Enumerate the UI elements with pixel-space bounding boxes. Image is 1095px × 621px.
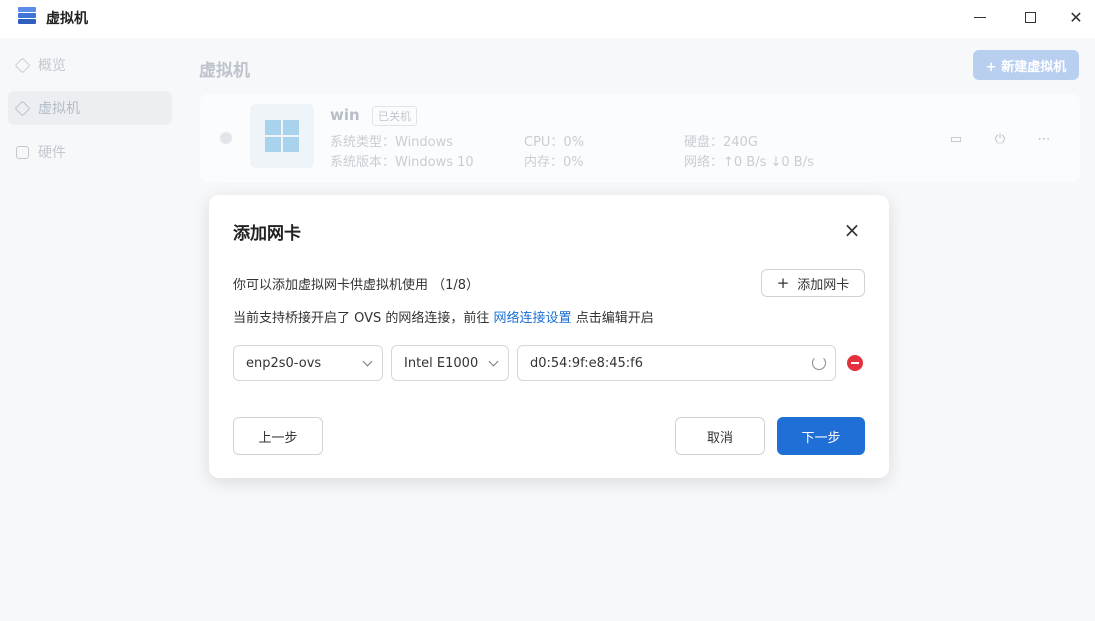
window-title: 虚拟机 (46, 11, 88, 27)
chevron-down-icon (488, 356, 499, 367)
vm-card[interactable]: win 已关机 系统类型：Windows 系统版本：Windows 10 CPU… (200, 94, 1080, 182)
cube-icon (14, 100, 31, 116)
interface-value: enp2s0-ovs (246, 355, 322, 371)
vm-network: 网络：↑0 B/s ↓0 B/s (684, 155, 814, 170)
monitor-icon[interactable]: ▭ (949, 132, 963, 147)
close-window-button[interactable]: ✕ (1053, 0, 1095, 34)
sidebar-item-label: 虚拟机 (38, 101, 80, 117)
page-title: 虚拟机 (199, 61, 250, 81)
network-settings-link[interactable]: 网络连接设置 (494, 311, 572, 326)
close-icon: ✕ (1069, 7, 1083, 27)
title-bar: 虚拟机 ✕ (0, 0, 1095, 34)
cube-icon (14, 57, 31, 73)
sidebar-item-label: 硬件 (38, 145, 66, 161)
cancel-button[interactable]: 取消 (675, 417, 765, 455)
refresh-icon[interactable] (812, 356, 826, 370)
interface-select[interactable]: enp2s0-ovs (233, 345, 383, 381)
vm-os-type: 系统类型：Windows (330, 135, 454, 150)
sidebar-item-hardware[interactable]: 硬件 (8, 135, 172, 169)
bridge-hint-suffix: 点击编辑开启 (571, 311, 654, 326)
new-vm-button[interactable]: + 新建虚拟机 (973, 50, 1079, 80)
vm-cpu: CPU：0% (524, 135, 585, 150)
chevron-down-icon (362, 356, 373, 367)
nic-description: 你可以添加虚拟网卡供虚拟机使用 （1/8） (233, 278, 480, 293)
remove-nic-icon[interactable] (847, 355, 863, 371)
vm-name: win (330, 106, 360, 124)
mac-address-value: d0:54:9f:e8:45:f6 (530, 355, 644, 371)
bridge-hint: 当前支持桥接开启了 OVS 的网络连接，前往 网络连接设置 点击编辑开启 (233, 307, 654, 326)
vm-os-version: 系统版本：Windows 10 (330, 155, 474, 170)
add-nic-button[interactable]: + 添加网卡 (761, 269, 865, 297)
nic-model-value: Intel E1000 (404, 355, 479, 371)
maximize-icon (1024, 11, 1036, 23)
vm-disk: 硬盘：240G (684, 135, 758, 150)
minimize-button[interactable] (957, 0, 1003, 34)
power-icon[interactable]: ⏻ (993, 132, 1007, 147)
sidebar-item-overview[interactable]: 概览 (8, 48, 172, 82)
hardware-icon (16, 145, 29, 159)
plus-icon: + (776, 274, 790, 292)
vm-status-dot (220, 132, 232, 144)
vm-memory: 内存：0% (524, 155, 584, 170)
dialog-title: 添加网卡 (233, 224, 301, 244)
mac-address-input[interactable]: d0:54:9f:e8:45:f6 (517, 345, 836, 381)
nic-model-select[interactable]: Intel E1000 (391, 345, 509, 381)
bridge-hint-prefix: 当前支持桥接开启了 OVS 的网络连接，前往 (233, 311, 494, 326)
minimize-icon (974, 16, 986, 18)
add-nic-dialog: 添加网卡 × 你可以添加虚拟网卡供虚拟机使用 （1/8） + 添加网卡 当前支持… (209, 195, 889, 478)
maximize-button[interactable] (1007, 0, 1053, 34)
more-icon[interactable]: ⋯ (1037, 132, 1051, 147)
add-nic-label: 添加网卡 (797, 277, 850, 293)
app-icon (18, 7, 36, 26)
vm-status-badge: 已关机 (372, 106, 417, 126)
close-icon[interactable]: × (841, 220, 863, 242)
sidebar: 概览 虚拟机 硬件 (0, 38, 180, 621)
prev-button[interactable]: 上一步 (233, 417, 323, 455)
sidebar-item-vm[interactable]: 虚拟机 (8, 91, 172, 125)
windows-logo-icon (250, 104, 314, 168)
sidebar-item-label: 概览 (38, 58, 66, 74)
next-button[interactable]: 下一步 (777, 417, 865, 455)
